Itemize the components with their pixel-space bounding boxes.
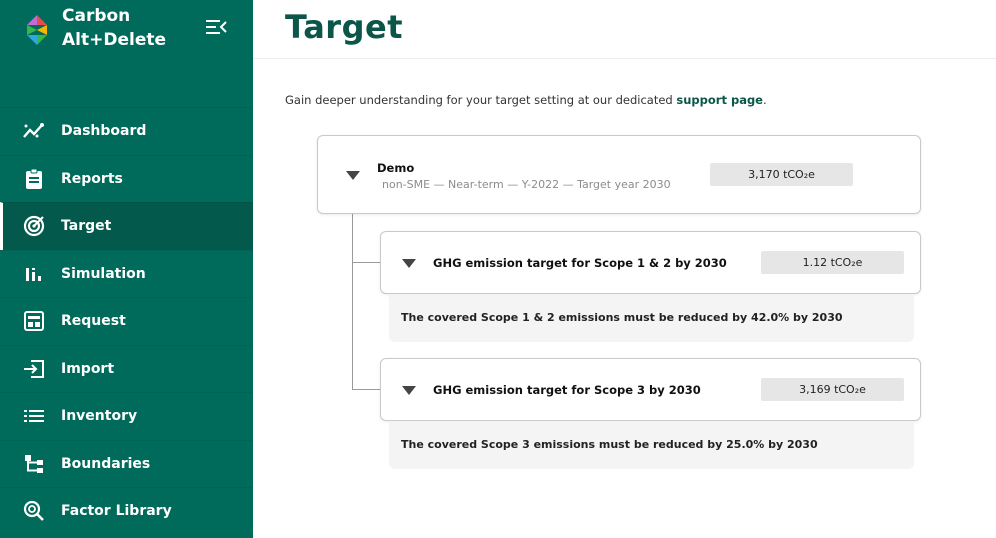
collapse-sidebar-button[interactable] xyxy=(204,17,228,37)
sidebar-nav: Dashboard Reports Target Simulation Requ… xyxy=(0,107,253,535)
search-library-icon xyxy=(22,499,46,523)
sidebar-item-factor-library[interactable]: Factor Library xyxy=(0,487,253,535)
brand-name-line2: Alt+Delete xyxy=(62,30,167,50)
intro-text-end: . xyxy=(762,93,767,107)
list-icon xyxy=(22,404,46,428)
caret-down-icon[interactable] xyxy=(346,171,360,180)
caret-down-icon[interactable] xyxy=(402,386,416,395)
clipboard-icon xyxy=(22,167,46,191)
brand[interactable]: Carbon Alt+Delete xyxy=(20,4,166,52)
sidebar-item-boundaries[interactable]: Boundaries xyxy=(0,439,253,488)
tree-connector-vertical xyxy=(352,214,353,389)
intro-text-body: Gain deeper understanding for your targe… xyxy=(285,93,677,107)
request-grid-icon xyxy=(22,309,46,333)
sidebar-item-label: Import xyxy=(61,360,115,377)
sidebar-item-simulation[interactable]: Simulation xyxy=(0,249,253,298)
brand-name-line1: Carbon xyxy=(62,6,131,26)
sidebar-item-label: Dashboard xyxy=(61,123,147,140)
title-divider xyxy=(253,58,996,59)
sidebar-item-label: Boundaries xyxy=(61,455,151,472)
main-content: Target Gain deeper understanding for you… xyxy=(253,0,996,538)
target-title: GHG emission target for Scope 1 & 2 by 2… xyxy=(433,256,727,270)
import-icon xyxy=(22,357,46,381)
sidebar-item-reports[interactable]: Reports xyxy=(0,154,253,203)
page-title: Target xyxy=(285,8,403,46)
bar-chart-icon xyxy=(22,262,46,286)
sidebar-item-dashboard[interactable]: Dashboard xyxy=(0,107,253,155)
chart-line-icon xyxy=(22,119,46,143)
target-detail-scope3: The covered Scope 3 emissions must be re… xyxy=(389,421,914,469)
target-card-root[interactable]: Demo non-SME — Near-term — Y-2022 — Targ… xyxy=(317,135,921,214)
sidebar-item-label: Factor Library xyxy=(61,503,172,520)
target-title: GHG emission target for Scope 3 by 2030 xyxy=(433,383,701,397)
brand-logo-icon xyxy=(20,13,54,47)
root-subtitle: non-SME — Near-term — Y-2022 — Target ye… xyxy=(382,178,671,191)
root-title: Demo xyxy=(377,161,415,175)
sidebar-item-inventory[interactable]: Inventory xyxy=(0,392,253,440)
sidebar: Carbon Alt+Delete Dashboard Reports Targ… xyxy=(0,0,253,538)
target-value-badge: 1.12 tCO₂e xyxy=(761,251,904,274)
sidebar-item-label: Request xyxy=(61,313,126,330)
target-value-badge: 3,169 tCO₂e xyxy=(761,378,904,401)
tree-connector-scope12 xyxy=(352,262,380,263)
intro-text: Gain deeper understanding for your targe… xyxy=(285,93,767,107)
sidebar-item-target[interactable]: Target xyxy=(0,202,253,250)
support-page-link[interactable]: support page xyxy=(676,93,763,107)
collapse-menu-icon xyxy=(206,20,227,34)
target-card-scope3[interactable]: GHG emission target for Scope 3 by 2030 … xyxy=(380,358,921,421)
sidebar-item-label: Inventory xyxy=(61,408,138,425)
sidebar-item-import[interactable]: Import xyxy=(0,344,253,393)
sidebar-item-label: Simulation xyxy=(61,265,146,282)
sidebar-item-label: Reports xyxy=(61,170,123,187)
sidebar-item-request[interactable]: Request xyxy=(0,297,253,345)
target-card-scope12[interactable]: GHG emission target for Scope 1 & 2 by 2… xyxy=(380,231,921,294)
hierarchy-icon xyxy=(22,452,46,476)
root-value-badge: 3,170 tCO₂e xyxy=(710,163,853,186)
target-icon xyxy=(22,214,46,238)
caret-down-icon[interactable] xyxy=(402,259,416,268)
sidebar-item-label: Target xyxy=(61,218,112,235)
target-detail-scope12: The covered Scope 1 & 2 emissions must b… xyxy=(389,294,914,342)
tree-connector-scope3 xyxy=(352,389,380,390)
